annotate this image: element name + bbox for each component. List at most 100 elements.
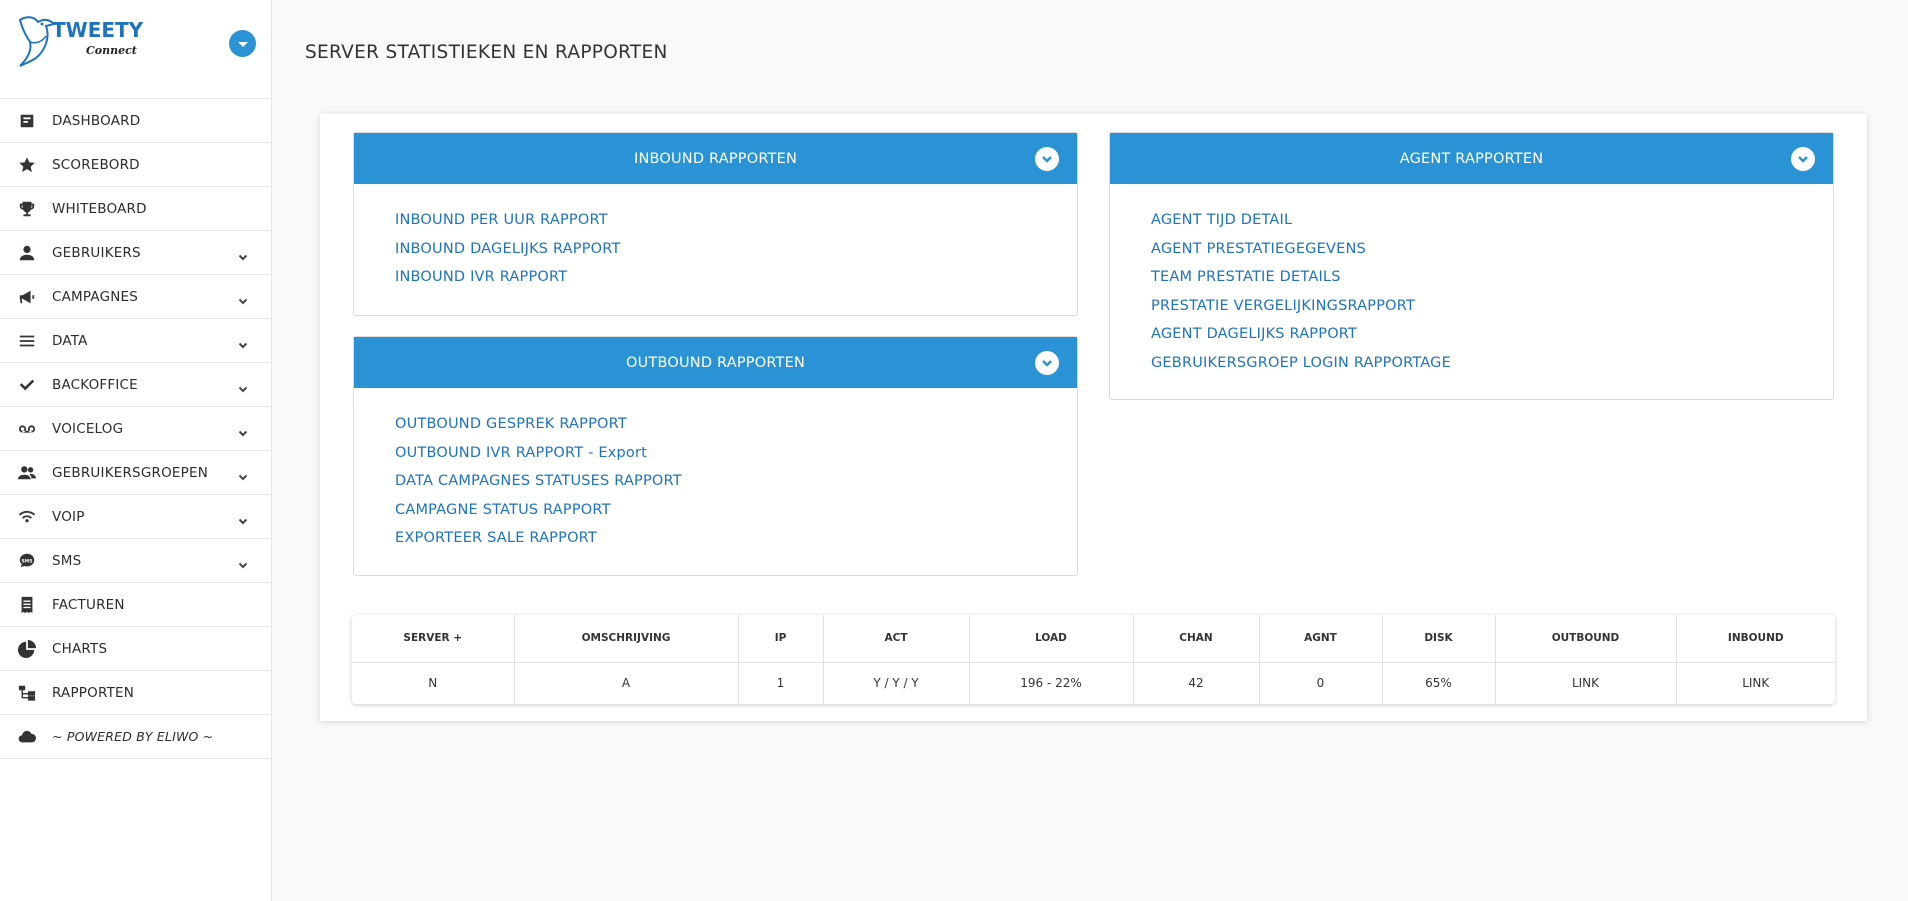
sidebar-item-voicelog[interactable]: VOICELOG — [0, 407, 271, 451]
sidebar-item-voip[interactable]: VOIP — [0, 495, 271, 539]
brand: TWEETY Connect — [0, 0, 271, 99]
report-link[interactable]: CAMPAGNE STATUS RAPPORT — [395, 500, 1077, 529]
column-header: IP — [738, 615, 824, 663]
table-row: N A 1 Y / Y / Y 196 - 22% 42 0 65% LINK … — [352, 662, 1835, 704]
column-header: OMSCHRIJVING — [514, 615, 739, 663]
inbound-panel: INBOUND RAPPORTEN INBOUND PER UUR RAPPOR… — [353, 132, 1078, 316]
agent-panel: AGENT RAPPORTEN AGENT TIJD DETAIL AGENT … — [1109, 132, 1834, 400]
outbound-link[interactable]: LINK — [1495, 662, 1677, 704]
sidebar-item-label: FACTUREN — [52, 596, 125, 613]
user-icon — [18, 244, 36, 262]
chevron-down-icon — [238, 467, 248, 481]
sidebar-item-label: VOIP — [52, 508, 85, 525]
sidebar-item-whiteboard[interactable]: WHITEBOARD — [0, 187, 271, 231]
sidebar-nav: DASHBOARD SCOREBORD WHITEBOARD GEBRUIKERS CA… — [0, 99, 271, 759]
sidebar-item-label: ~ POWERED BY ELIWO ~ — [52, 729, 214, 744]
brand-menu-toggle[interactable] — [229, 30, 256, 57]
chevron-down-icon — [238, 247, 248, 261]
table-cell: 65% — [1382, 662, 1496, 704]
report-link[interactable]: TEAM PRESTATIE DETAILS — [1151, 267, 1833, 296]
sidebar-item-backoffice[interactable]: BACKOFFICE — [0, 363, 271, 407]
report-link[interactable]: OUTBOUND GESPREK RAPPORT — [395, 414, 1077, 443]
chevron-down-icon — [238, 511, 248, 525]
chevron-down-icon[interactable] — [1035, 351, 1059, 375]
report-link[interactable]: OUTBOUND IVR RAPPORT - Export — [395, 443, 1077, 472]
hierarchy-icon — [18, 684, 36, 702]
table-cell: 1 — [738, 662, 824, 704]
agent-links: AGENT TIJD DETAIL AGENT PRESTATIEGEGEVEN… — [1110, 184, 1833, 381]
chevron-down-icon — [238, 423, 248, 437]
chevron-down-icon[interactable] — [1791, 147, 1815, 171]
agent-panel-header[interactable]: AGENT RAPPORTEN — [1110, 133, 1833, 184]
sidebar-item-label: GEBRUIKERSGROEPEN — [52, 464, 208, 481]
table-header-row: SERVER + OMSCHRIJVING IP ACT LOAD CHAN A… — [352, 615, 1835, 663]
chevron-down-icon — [238, 335, 248, 349]
chevron-down-icon[interactable] — [1035, 147, 1059, 171]
trophy-icon — [18, 200, 36, 218]
brand-sub: Connect — [86, 44, 137, 57]
report-link[interactable]: EXPORTEER SALE RAPPORT — [395, 528, 1077, 557]
table-cell: N — [352, 662, 515, 704]
sidebar-item-charts[interactable]: CHARTS — [0, 627, 271, 671]
sidebar-item-scorebord[interactable]: SCOREBORD — [0, 143, 271, 187]
sidebar-item-label: DATA — [52, 332, 88, 349]
inbound-panel-header[interactable]: INBOUND RAPPORTEN — [354, 133, 1077, 184]
report-link[interactable]: INBOUND DAGELIJKS RAPPORT — [395, 239, 1077, 268]
chevron-down-icon — [238, 555, 248, 569]
sidebar-item-sms[interactable]: SMS SMS — [0, 539, 271, 583]
sidebar-item-label: GEBRUIKERS — [52, 244, 141, 261]
outbound-panel: OUTBOUND RAPPORTEN OUTBOUND GESPREK RAPP… — [353, 336, 1078, 576]
sidebar-item-label: RAPPORTEN — [52, 684, 135, 701]
brand-name: TWEETY — [52, 18, 144, 42]
outbound-panel-header[interactable]: OUTBOUND RAPPORTEN — [354, 337, 1077, 388]
report-link[interactable]: GEBRUIKERSGROEP LOGIN RAPPORTAGE — [1151, 353, 1833, 382]
column-header: INBOUND — [1676, 615, 1835, 663]
sidebar-item-dashboard[interactable]: DASHBOARD — [0, 99, 271, 143]
chevron-down-icon — [238, 291, 248, 305]
sidebar-item-label: SMS — [52, 552, 82, 569]
column-header: CHAN — [1133, 615, 1260, 663]
cloud-icon — [18, 728, 36, 746]
inbound-links: INBOUND PER UUR RAPPORT INBOUND DAGELIJK… — [354, 184, 1077, 296]
agent-panel-title: AGENT RAPPORTEN — [1399, 150, 1544, 167]
chevron-down-icon — [238, 379, 248, 393]
sidebar-item-campagnes[interactable]: CAMPAGNES — [0, 275, 271, 319]
sidebar-item-gebruikersgroepen[interactable]: GEBRUIKERSGROEPEN — [0, 451, 271, 495]
svg-text:SMS: SMS — [22, 558, 33, 564]
sidebar-item-powered-by-eliwo: ~ POWERED BY ELIWO ~ — [0, 715, 271, 759]
column-header: DISK — [1382, 615, 1496, 663]
sidebar-item-facturen[interactable]: FACTUREN — [0, 583, 271, 627]
sidebar-item-label: CAMPAGNES — [52, 288, 139, 305]
table-cell: Y / Y / Y — [823, 662, 970, 704]
list-icon — [18, 332, 36, 350]
column-header[interactable]: SERVER + — [352, 615, 515, 663]
sidebar-item-data[interactable]: DATA — [0, 319, 271, 363]
column-header: ACT — [823, 615, 970, 663]
column-header: LOAD — [969, 615, 1134, 663]
voicemail-icon — [18, 420, 36, 438]
inbound-link[interactable]: LINK — [1676, 662, 1835, 704]
sidebar-item-label: SCOREBORD — [52, 156, 140, 173]
sidebar-item-label: DASHBOARD — [52, 112, 141, 129]
sidebar-item-gebruikers[interactable]: GEBRUIKERS — [0, 231, 271, 275]
report-link[interactable]: INBOUND PER UUR RAPPORT — [395, 210, 1077, 239]
report-link[interactable]: DATA CAMPAGNES STATUSES RAPPORT — [395, 471, 1077, 500]
table-cell: 42 — [1133, 662, 1260, 704]
wifi-icon — [18, 508, 36, 526]
megaphone-icon — [18, 288, 36, 306]
column-header: AGNT — [1259, 615, 1383, 663]
report-link[interactable]: INBOUND IVR RAPPORT — [395, 267, 1077, 296]
sidebar-item-rapporten[interactable]: RAPPORTEN — [0, 671, 271, 715]
report-link[interactable]: PRESTATIE VERGELIJKINGSRAPPORT — [1151, 296, 1833, 325]
table-cell: A — [514, 662, 739, 704]
sidebar-item-label: WHITEBOARD — [52, 200, 147, 217]
column-header: OUTBOUND — [1495, 615, 1677, 663]
table-cell: 196 - 22% — [969, 662, 1134, 704]
inbound-panel-title: INBOUND RAPPORTEN — [633, 150, 798, 167]
report-link[interactable]: AGENT TIJD DETAIL — [1151, 210, 1833, 239]
sidebar-item-label: BACKOFFICE — [52, 376, 138, 393]
report-link[interactable]: AGENT DAGELIJKS RAPPORT — [1151, 324, 1833, 353]
page-title: SERVER STATISTIEKEN EN RAPPORTEN — [305, 42, 668, 63]
dashboard-icon — [18, 112, 36, 130]
report-link[interactable]: AGENT PRESTATIEGEGEVENS — [1151, 239, 1833, 268]
